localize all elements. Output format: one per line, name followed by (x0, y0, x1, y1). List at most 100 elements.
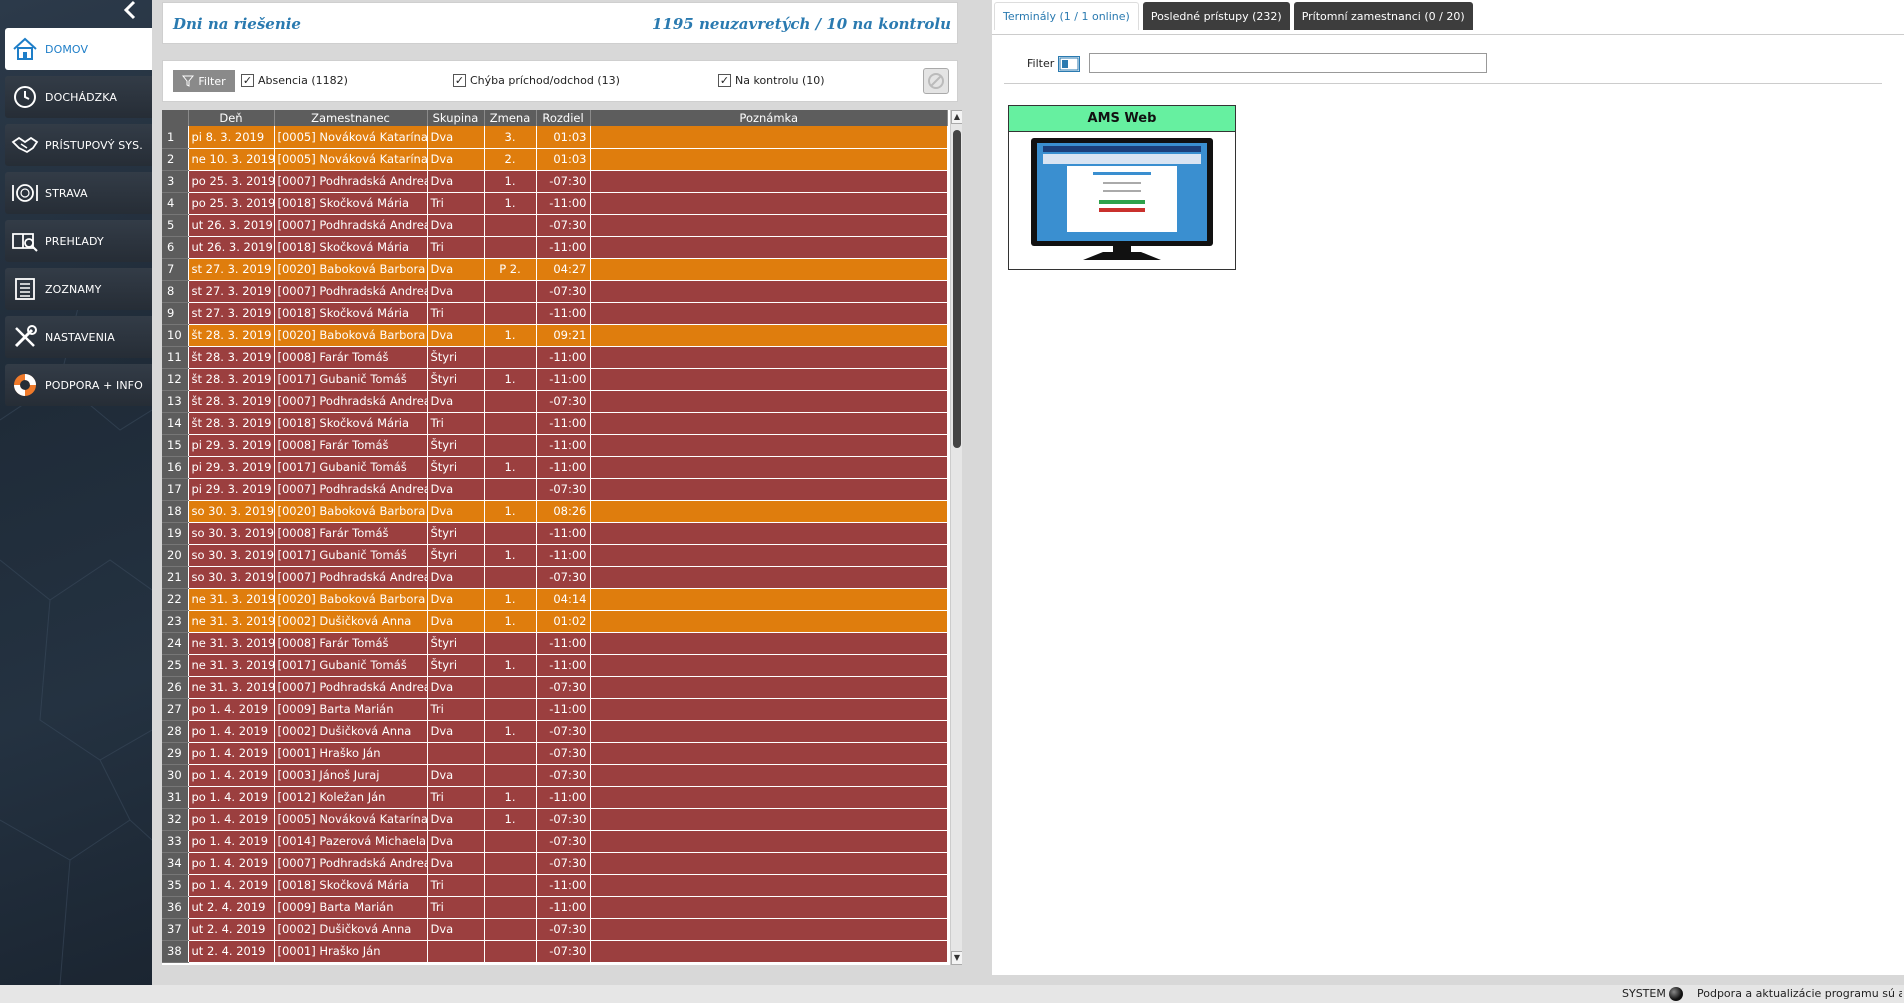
table-row[interactable]: 30 po 1. 4. 2019 [0003] Jánoš Juraj Dva -07:… (162, 764, 948, 787)
panel-splitter[interactable] (962, 0, 992, 985)
table-row[interactable]: 36 ut 2. 4. 2019 [0009] Barta Marián Tri -11… (162, 896, 948, 919)
funnel-icon (182, 75, 195, 87)
nav-item-pristupovy-sys[interactable]: PRÍSTUPOVÝ SYS. (5, 124, 152, 166)
table-row[interactable]: 6 ut 26. 3. 2019 [0018] Skočková Mária Tri -… (162, 236, 948, 259)
table-row[interactable]: 21 so 30. 3. 2019 [0007] Podhradská Andrea… (162, 566, 948, 589)
column-header[interactable]: Skupina (427, 110, 485, 126)
table-row[interactable]: 4 po 25. 3. 2019 [0018] Skočková Mária Tri 1… (162, 192, 948, 215)
table-row[interactable]: 11 št 28. 3. 2019 [0008] Farár Tomáš Štyri -… (162, 346, 948, 369)
table-row[interactable]: 37 ut 2. 4. 2019 [0002] Dušičková Anna Dva -… (162, 918, 948, 941)
table-scrollbar[interactable]: ▲ ▼ (950, 110, 962, 965)
row-number: 9 (162, 302, 189, 325)
terminals-pane: Filter AMS Web (992, 34, 1904, 964)
table-row[interactable]: 24 ne 31. 3. 2019 [0008] Farár Tomáš Štyri -… (162, 632, 948, 655)
table-row[interactable]: 35 po 1. 4. 2019 [0018] Skočková Mária Tri -… (162, 874, 948, 897)
table-row[interactable]: 20 so 30. 3. 2019 [0017] Gubanič Tomáš Štyr… (162, 544, 948, 567)
table-row[interactable]: 2 ne 10. 3. 2019 [0005] Nováková Katarína D… (162, 148, 948, 171)
tab-terminaly[interactable]: Terminály (1 / 1 online) (994, 2, 1139, 30)
nav-item-domov[interactable]: DOMOV (5, 28, 152, 70)
cell-group: Dva (427, 566, 485, 589)
cell-employee: [0018] Skočková Mária (274, 302, 428, 325)
table-row[interactable]: 26 ne 31. 3. 2019 [0007] Podhradská Andrea… (162, 676, 948, 699)
cell-day: po 1. 4. 2019 (188, 808, 275, 831)
cell-note (590, 720, 948, 743)
cell-note (590, 698, 948, 721)
cell-shift (484, 764, 537, 787)
nav-item-dochadzka[interactable]: DOCHÁDZKA (5, 76, 152, 118)
nav-item-nastavenia[interactable]: NASTAVENIA (5, 316, 152, 358)
cell-difference: -07:30 (536, 170, 591, 193)
table-row[interactable]: 15 pi 29. 3. 2019 [0008] Farár Tomáš Štyri -… (162, 434, 948, 457)
cell-difference: 01:02 (536, 610, 591, 633)
table-row[interactable]: 3 po 25. 3. 2019 [0007] Podhradská Andrea D… (162, 170, 948, 193)
tab-posledne-pristupy[interactable]: Posledné prístupy (232) (1142, 2, 1290, 30)
nav-item-prehlady[interactable]: PREHĽADY (5, 220, 152, 262)
cell-difference: -11:00 (536, 346, 591, 369)
nav-item-podpora-info[interactable]: PODPORA + INFO (5, 364, 152, 406)
cell-note (590, 280, 948, 303)
cell-day: ut 2. 4. 2019 (188, 896, 275, 919)
scroll-up-arrow-icon[interactable]: ▲ (951, 110, 962, 124)
clear-filter-button[interactable] (923, 68, 949, 94)
nav-item-label: NASTAVENIA (45, 330, 115, 344)
column-header[interactable]: Poznámka (590, 110, 948, 126)
cell-note (590, 368, 948, 391)
scroll-down-arrow-icon[interactable]: ▼ (951, 951, 962, 965)
na-kontrolu-checkbox[interactable]: ✓ Na kontrolu (10) (718, 74, 825, 87)
cell-group: Dva (427, 676, 485, 699)
column-header[interactable]: Zmena (484, 110, 537, 126)
table-row[interactable]: 18 so 30. 3. 2019 [0020] Baboková Barbora D… (162, 500, 948, 523)
table-row[interactable]: 22 ne 31. 3. 2019 [0020] Baboková Barbora D… (162, 588, 948, 611)
filter-toggle-icon[interactable] (1058, 56, 1080, 72)
column-header[interactable]: Deň (188, 110, 275, 126)
table-row[interactable]: 27 po 1. 4. 2019 [0009] Barta Marián Tri -11… (162, 698, 948, 721)
cell-employee: [0001] Hraško Ján (274, 742, 428, 765)
table-row[interactable]: 10 št 28. 3. 2019 [0020] Baboková Barbora D… (162, 324, 948, 347)
cell-group: Štyri (427, 456, 485, 479)
cell-note (590, 170, 948, 193)
table-row[interactable]: 13 št 28. 3. 2019 [0007] Podhradská Andrea… (162, 390, 948, 413)
table-row[interactable]: 25 ne 31. 3. 2019 [0017] Gubanič Tomáš Štyr… (162, 654, 948, 677)
collapse-sidebar-button[interactable] (118, 0, 142, 24)
cell-difference: -11:00 (536, 456, 591, 479)
cell-employee: [0017] Gubanič Tomáš (274, 544, 428, 567)
table-row[interactable]: 9st 27. 3. 2019 [0018] Skočková Mária Tri -… (162, 302, 948, 325)
nav-item-zoznamy[interactable]: ZOZNAMY (5, 268, 152, 310)
row-number: 34 (162, 852, 189, 875)
cell-shift (484, 566, 537, 589)
table-row[interactable]: 34 po 1. 4. 2019 [0007] Podhradská Andrea D… (162, 852, 948, 875)
table-row[interactable]: 33 po 1. 4. 2019 [0014] Pazerová Michaela D… (162, 830, 948, 853)
filter-button[interactable]: Filter (173, 70, 235, 92)
table-row[interactable]: 8st 27. 3. 2019 [0007] Podhradská Andrea D… (162, 280, 948, 303)
table-row[interactable]: 32 po 1. 4. 2019 [0005] Nováková Katarína D… (162, 808, 948, 831)
nav-item-strava[interactable]: STRAVA (5, 172, 152, 214)
cell-difference: -07:30 (536, 764, 591, 787)
terminal-card[interactable]: AMS Web (1008, 105, 1236, 270)
chyba-prichod-checkbox[interactable]: ✓ Chýba príchod/odchod (13) (453, 74, 620, 87)
column-header[interactable]: Rozdiel (536, 110, 591, 126)
table-row[interactable]: 17 pi 29. 3. 2019 [0007] Podhradská Andrea… (162, 478, 948, 501)
column-header[interactable]: Zamestnanec (274, 110, 428, 126)
cell-shift (484, 412, 537, 435)
terminal-filter-input[interactable] (1089, 53, 1487, 73)
cell-group: Dva (427, 588, 485, 611)
table-row[interactable]: 23 ne 31. 3. 2019 [0002] Dušičková Anna Dva… (162, 610, 948, 633)
table-row[interactable]: 29 po 1. 4. 2019 [0001] Hraško Ján -07:30 (162, 742, 948, 765)
table-row[interactable]: 31 po 1. 4. 2019 [0012] Koležan Ján Tri 1. -1… (162, 786, 948, 809)
table-row[interactable]: 5 ut 26. 3. 2019 [0007] Podhradská Andrea D… (162, 214, 948, 237)
cell-note (590, 126, 948, 149)
table-row[interactable]: 19 so 30. 3. 2019 [0008] Farár Tomáš Štyri -… (162, 522, 948, 545)
table-row[interactable]: 14 št 28. 3. 2019 [0018] Skočková Mária Tri… (162, 412, 948, 435)
table-row[interactable]: 28 po 1. 4. 2019 [0002] Dušičková Anna Dva 1… (162, 720, 948, 743)
table-row[interactable]: 38 ut 2. 4. 2019 [0001] Hraško Ján -07:30 (162, 940, 948, 963)
cell-difference: 01:03 (536, 126, 591, 149)
table-row[interactable]: 16 pi 29. 3. 2019 [0017] Gubanič Tomáš Štyr… (162, 456, 948, 479)
absencia-checkbox[interactable]: ✓ Absencia (1182) (241, 74, 348, 87)
book-search-icon (5, 220, 45, 262)
scroll-thumb[interactable] (953, 130, 961, 448)
table-row[interactable]: 7st 27. 3. 2019 [0020] Baboková Barbora Dv… (162, 258, 948, 281)
row-number: 23 (162, 610, 189, 633)
table-row[interactable]: 12 št 28. 3. 2019 [0017] Gubanič Tomáš Štyr… (162, 368, 948, 391)
tab-pritomni-zamestnanci[interactable]: Prítomní zamestnanci (0 / 20) (1293, 2, 1473, 30)
table-row[interactable]: 1 pi 8. 3. 2019 [0005] Nováková Katarína Dv… (162, 126, 948, 149)
